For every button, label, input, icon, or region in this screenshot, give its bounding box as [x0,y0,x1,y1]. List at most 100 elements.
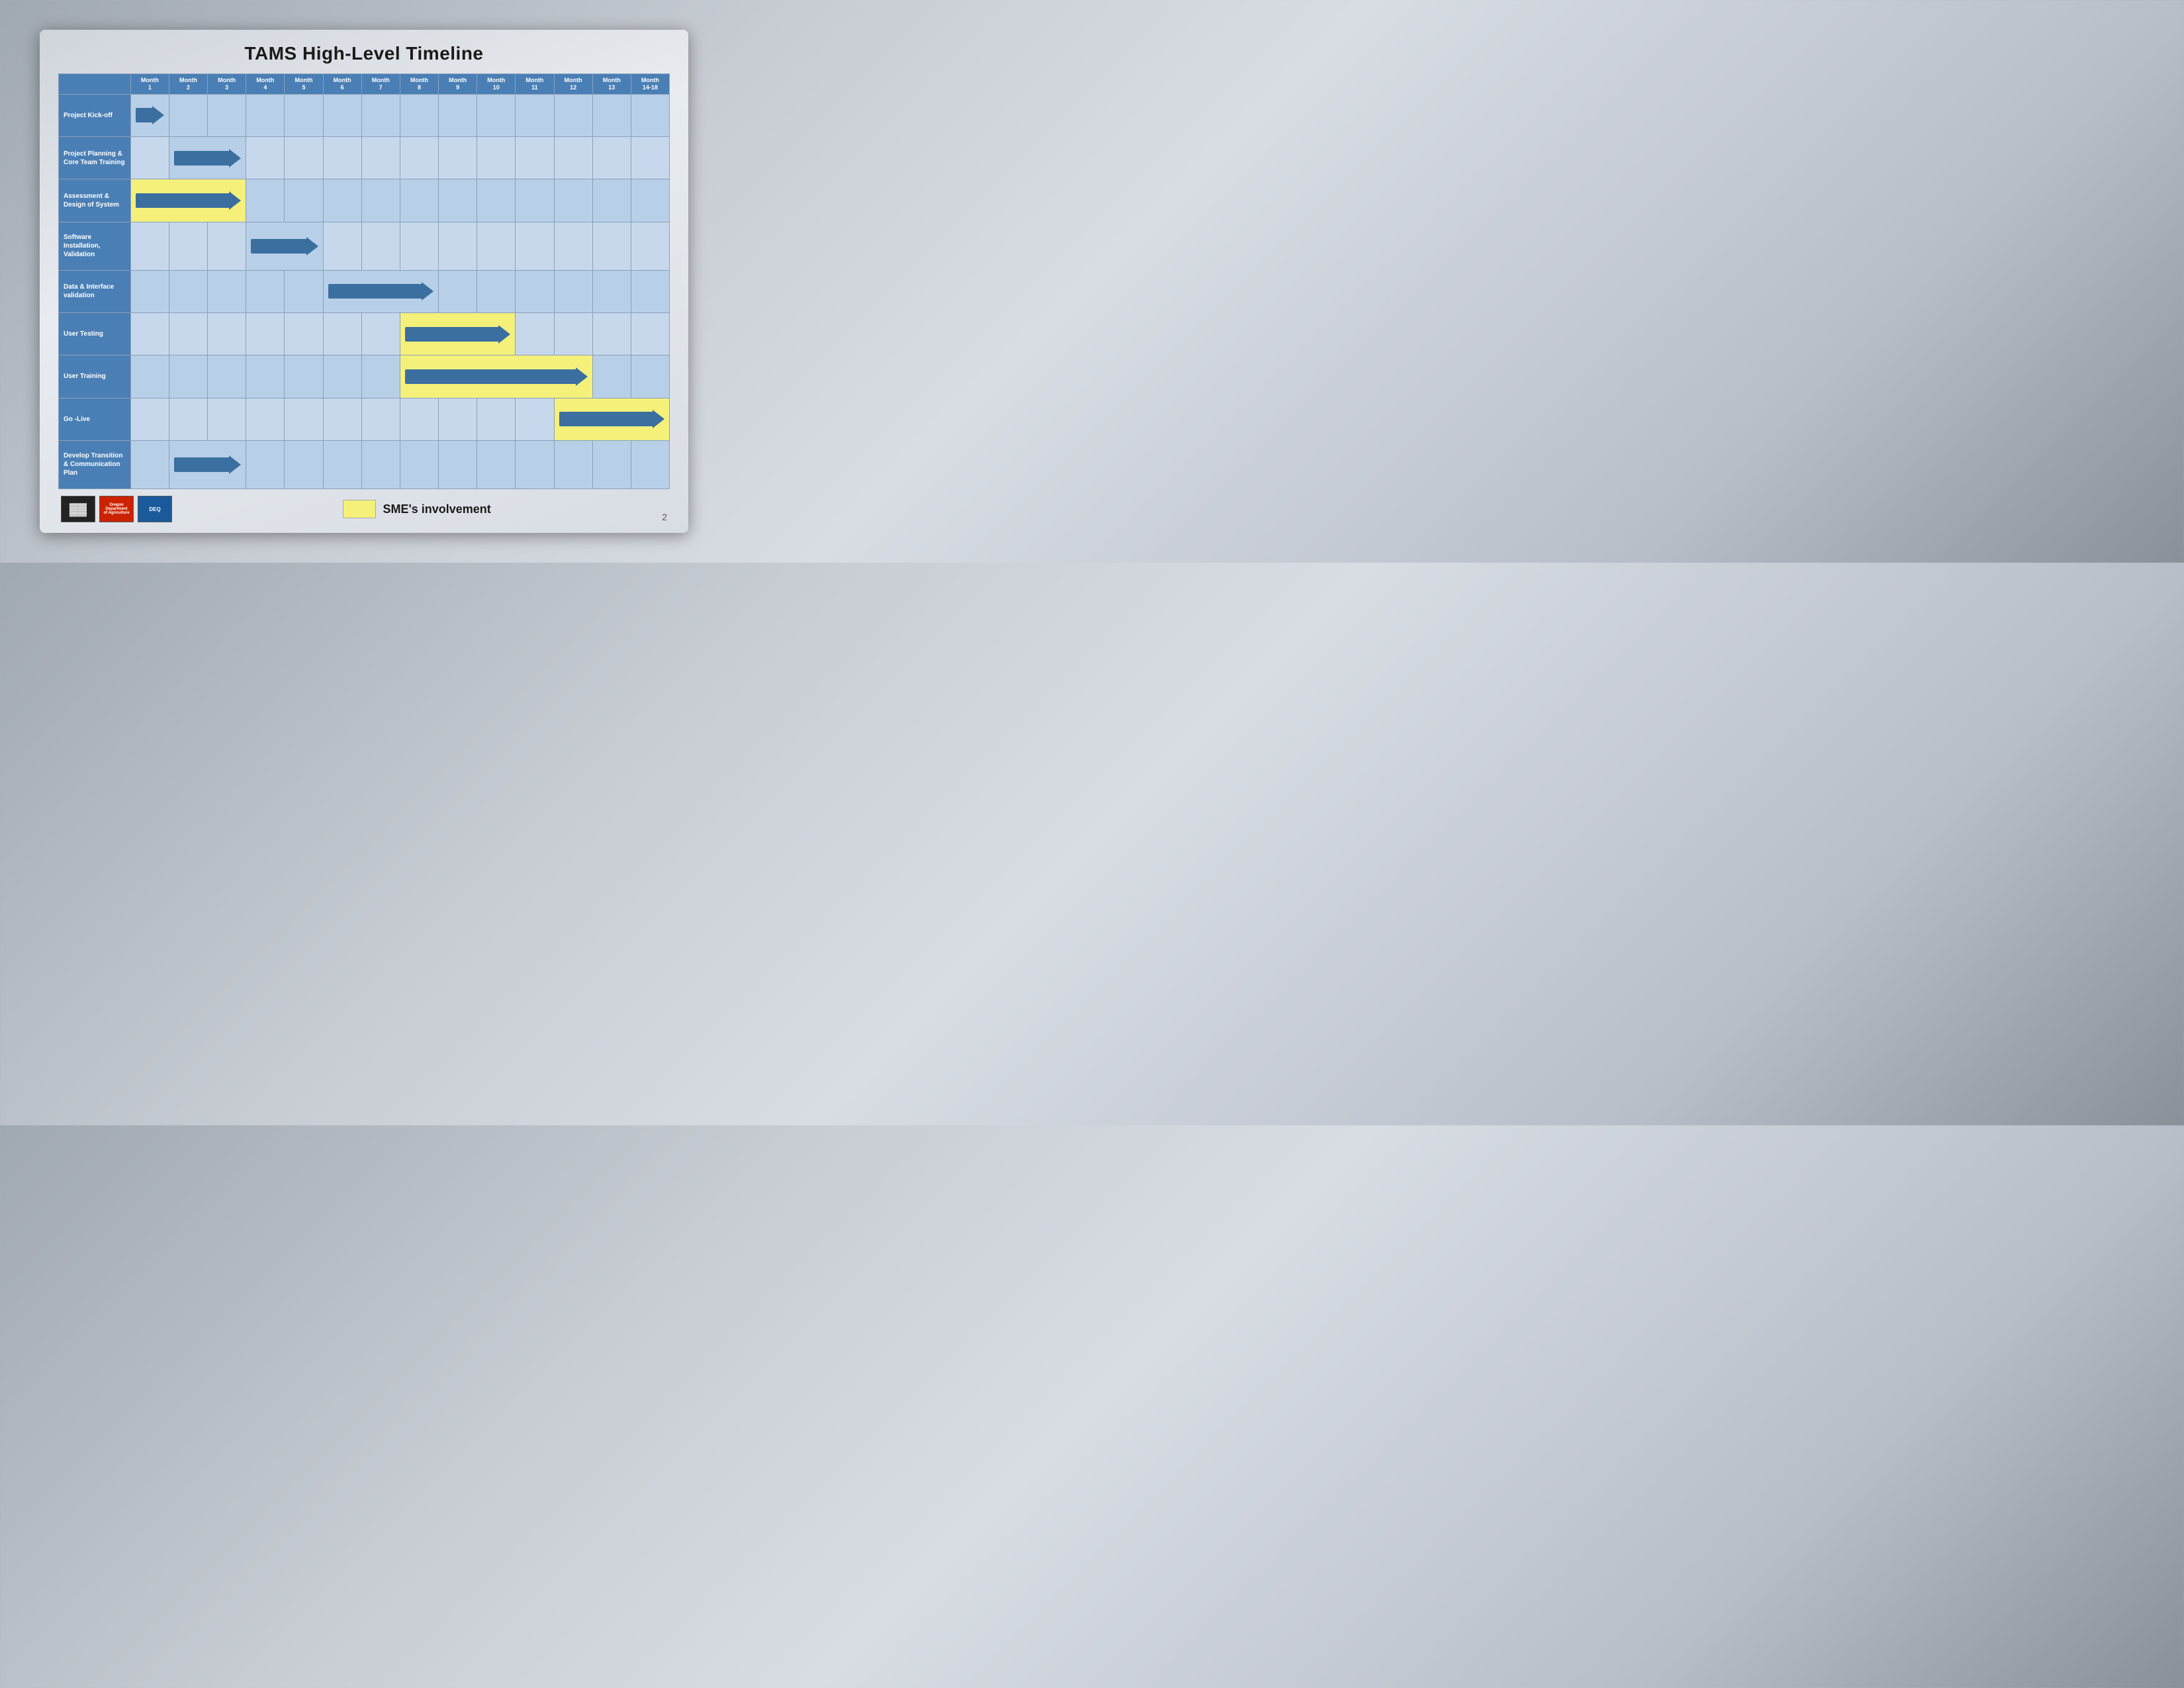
task-label-4: Data & Interface validation [59,270,131,312]
empty-cell-1-6 [361,136,400,179]
empty-cell-0-8 [439,94,477,136]
empty-cell-2-13 [631,179,669,222]
empty-cell-8-10 [516,440,554,489]
footer: ▓▓ OregonDepartmentof Agriculture DEQ SM… [58,496,670,522]
empty-cell-2-10 [516,179,554,222]
empty-cell-2-8 [439,179,477,222]
empty-cell-4-0 [130,270,169,312]
arrow-cell-5 [400,312,515,355]
empty-cell-5-6 [361,312,400,355]
empty-cell-7-4 [285,398,323,440]
empty-cell-0-11 [554,94,592,136]
empty-cell-7-8 [439,398,477,440]
task-label-7: Go -Live [59,398,131,440]
table-row: Assessment & Design of System [59,179,670,222]
empty-cell-8-12 [592,440,631,489]
empty-cell-1-4 [285,136,323,179]
table-row: Project Kick-off [59,94,670,136]
empty-cell-6-12 [592,355,631,398]
empty-cell-7-0 [130,398,169,440]
table-row: Data & Interface validation [59,270,670,312]
empty-cell-1-13 [631,136,669,179]
empty-cell-1-12 [592,136,631,179]
header-month-6: Month6 [323,74,361,95]
page-number: 2 [662,512,667,522]
logo-jj: ▓▓ [61,496,95,522]
empty-cell-5-1 [169,312,207,355]
empty-cell-2-4 [285,179,323,222]
empty-cell-3-7 [400,222,438,270]
empty-cell-4-8 [439,270,477,312]
empty-cell-0-10 [516,94,554,136]
empty-cell-4-9 [477,270,516,312]
header-month-11: Month11 [516,74,554,95]
table-row: Project Planning & Core Team Training [59,136,670,179]
arrow-cell-2 [130,179,246,222]
empty-cell-6-5 [323,355,361,398]
legend-container: SME's involvement [343,500,490,518]
header-month-12: Month12 [554,74,592,95]
empty-cell-7-3 [246,398,285,440]
empty-cell-7-5 [323,398,361,440]
table-row: Go -Live [59,398,670,440]
empty-cell-0-7 [400,94,438,136]
empty-cell-6-6 [361,355,400,398]
empty-cell-6-1 [169,355,207,398]
logos-container: ▓▓ OregonDepartmentof Agriculture DEQ [61,496,172,522]
empty-cell-3-8 [439,222,477,270]
header-month-7: Month7 [361,74,400,95]
header-month-3: Month3 [208,74,246,95]
empty-cell-0-5 [323,94,361,136]
empty-cell-3-12 [592,222,631,270]
empty-cell-3-0 [130,222,169,270]
empty-cell-1-7 [400,136,438,179]
empty-cell-8-13 [631,440,669,489]
empty-cell-2-6 [361,179,400,222]
empty-cell-4-1 [169,270,207,312]
empty-cell-1-9 [477,136,516,179]
empty-cell-8-8 [439,440,477,489]
arrow-cell-7 [554,398,670,440]
empty-cell-4-4 [285,270,323,312]
empty-cell-3-6 [361,222,400,270]
logo-deq: DEQ [138,496,172,522]
arrow-cell-3 [246,222,323,270]
empty-cell-7-10 [516,398,554,440]
task-label-3: Software Installation, Validation [59,222,131,270]
empty-cell-3-11 [554,222,592,270]
empty-cell-7-7 [400,398,438,440]
empty-cell-5-2 [208,312,246,355]
empty-cell-2-9 [477,179,516,222]
header-month-1: Month1 [130,74,169,95]
header-month-8: Month8 [400,74,438,95]
empty-cell-5-3 [246,312,285,355]
table-row: User Training [59,355,670,398]
slide-title: TAMS High-Level Timeline [58,43,670,64]
empty-cell-7-6 [361,398,400,440]
header-month-13: Month13 [592,74,631,95]
empty-cell-5-11 [554,312,592,355]
empty-cell-3-5 [323,222,361,270]
empty-cell-8-6 [361,440,400,489]
empty-cell-3-13 [631,222,669,270]
table-row: User Testing [59,312,670,355]
task-label-1: Project Planning & Core Team Training [59,136,131,179]
gantt-table: Month1Month2Month3Month4Month5Month6Mont… [58,73,670,489]
empty-cell-0-3 [246,94,285,136]
task-label-8: Develop Transition & Communication Plan [59,440,131,489]
empty-cell-4-3 [246,270,285,312]
empty-cell-0-2 [208,94,246,136]
header-month-14: Month14-18 [631,74,669,95]
slide-container: TAMS High-Level Timeline Month1Month2Mon… [40,30,688,533]
empty-cell-3-10 [516,222,554,270]
empty-cell-5-4 [285,312,323,355]
empty-cell-1-11 [554,136,592,179]
empty-cell-4-13 [631,270,669,312]
task-label-5: User Testing [59,312,131,355]
header-month-10: Month10 [477,74,516,95]
empty-cell-8-9 [477,440,516,489]
empty-cell-3-2 [208,222,246,270]
empty-cell-8-3 [246,440,285,489]
header-month-2: Month2 [169,74,207,95]
task-label-2: Assessment & Design of System [59,179,131,222]
